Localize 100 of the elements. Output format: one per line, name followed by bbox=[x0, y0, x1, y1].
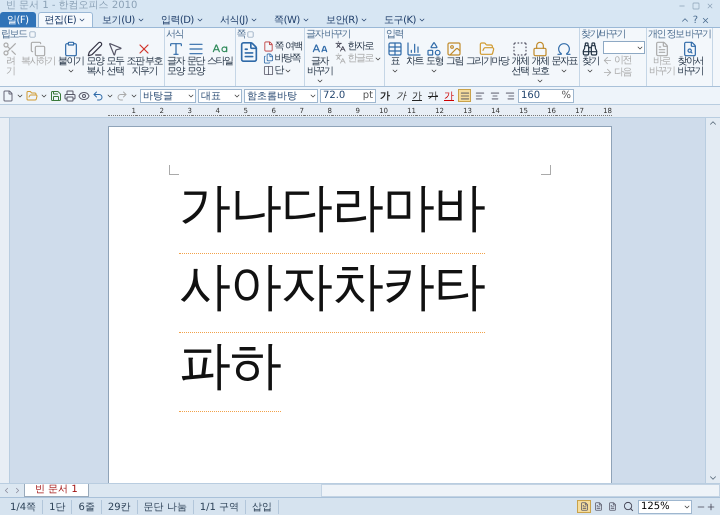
ribbon-button[interactable]: 표 bbox=[386, 40, 404, 76]
undo-icon[interactable] bbox=[92, 90, 104, 102]
ribbon-button[interactable]: 그림 bbox=[444, 40, 464, 68]
unit-label: pt bbox=[362, 90, 374, 101]
folder-icon[interactable] bbox=[26, 90, 38, 102]
caret-icon bbox=[78, 16, 86, 24]
font-dropdown[interactable]: 함초롬바탕 bbox=[244, 88, 318, 102]
binoculars-icon bbox=[582, 41, 598, 57]
printer-icon[interactable] bbox=[64, 90, 76, 102]
window-title: 빈 문서 1 - 한컴오피스 2010 bbox=[6, 0, 138, 12]
line-spacing-field[interactable]: 160 % bbox=[518, 88, 574, 102]
view-button[interactable] bbox=[577, 500, 591, 513]
status-item: 삽입 bbox=[246, 500, 280, 514]
caret-icon bbox=[418, 16, 426, 24]
document-text: 가나다라마바 bbox=[179, 175, 485, 254]
menu-tab[interactable]: 보안(R) bbox=[318, 12, 376, 27]
vertical-scrollbar[interactable] bbox=[705, 118, 720, 483]
menu-tab[interactable]: 보기(U) bbox=[95, 12, 152, 27]
ribbon-button[interactable]: 문자표 bbox=[550, 40, 578, 76]
scroll-left-icon[interactable] bbox=[2, 486, 11, 495]
omega-icon bbox=[556, 41, 572, 57]
lock-icon bbox=[532, 41, 548, 57]
unit-label: % bbox=[561, 90, 572, 101]
columns-icon bbox=[262, 65, 274, 76]
menu-tab[interactable]: 쪽(W) bbox=[267, 12, 317, 27]
ribbon-button[interactable]: 찾기 bbox=[580, 40, 600, 76]
ribbon-button[interactable]: 차트 bbox=[404, 40, 424, 68]
shapes-icon bbox=[426, 41, 442, 57]
status-item: 29칸 bbox=[102, 500, 138, 514]
ribbon-button[interactable]: 문단 모양 bbox=[186, 40, 206, 78]
ribbon-button[interactable]: 모두 선택 bbox=[106, 40, 124, 78]
caret-icon bbox=[196, 16, 204, 24]
letter-icon bbox=[168, 41, 184, 57]
launcher-icon[interactable] bbox=[247, 31, 254, 38]
help-button[interactable]: ? bbox=[692, 14, 698, 26]
format-button[interactable]: 가 bbox=[442, 88, 456, 102]
status-item: 1/1 구역 bbox=[194, 500, 246, 514]
zoom-dropdown[interactable]: 125% bbox=[638, 500, 692, 514]
ribbon-button[interactable]: 조판 부호 지우기 bbox=[126, 40, 164, 78]
search-field[interactable] bbox=[602, 41, 645, 54]
menu-tab[interactable]: 일(F) bbox=[0, 12, 36, 27]
menu-tab[interactable]: 편집(E) bbox=[38, 12, 94, 27]
languages-icon bbox=[335, 41, 346, 52]
status-item: 6줄 bbox=[72, 500, 102, 514]
pen-icon bbox=[87, 41, 103, 57]
zoom-in-icon[interactable] bbox=[706, 502, 716, 512]
ribbon-button[interactable]: 한자로 bbox=[334, 41, 383, 52]
ribbon-button[interactable]: 글자 바꾸기 bbox=[306, 40, 334, 86]
folder-icon bbox=[479, 41, 496, 57]
caret-icon bbox=[136, 16, 145, 24]
horizontal-scrollbar[interactable] bbox=[320, 484, 720, 497]
format-button[interactable]: 가 bbox=[410, 88, 424, 102]
group-title: 쪽 bbox=[236, 29, 246, 40]
format-button[interactable]: 가 bbox=[378, 88, 392, 102]
document-icon bbox=[654, 41, 670, 57]
scissors-icon bbox=[2, 41, 18, 57]
ribbon-button[interactable]: 모양 복사 bbox=[86, 40, 104, 78]
ribbon-button[interactable]: 개체 보호 bbox=[530, 40, 550, 86]
image-icon bbox=[446, 41, 462, 57]
menu-tab[interactable]: 도구(K) bbox=[377, 12, 433, 27]
launcher-icon[interactable] bbox=[28, 31, 36, 38]
crop-mark bbox=[169, 165, 179, 175]
save-icon[interactable] bbox=[50, 90, 62, 102]
document-search-icon bbox=[682, 41, 698, 57]
caret-icon bbox=[302, 16, 310, 24]
format-button[interactable]: 가 bbox=[394, 88, 408, 102]
page-icon bbox=[262, 41, 274, 52]
ribbon-button[interactable]: 도형 bbox=[424, 40, 444, 76]
ribbon-button[interactable]: 그리기마당 bbox=[464, 40, 510, 68]
ribbon-button[interactable]: 개체 선택 bbox=[510, 40, 530, 78]
style-dropdown[interactable]: 바탕글 bbox=[140, 88, 196, 102]
languages-icon bbox=[335, 53, 346, 64]
arrow-left-icon bbox=[602, 55, 613, 66]
ribbon-button[interactable]: 바탕쪽 bbox=[262, 53, 303, 64]
preview-icon[interactable] bbox=[78, 90, 90, 102]
clipboard-icon bbox=[62, 41, 79, 57]
crop-mark bbox=[541, 165, 551, 175]
font-size-field[interactable]: 72.0 pt bbox=[320, 88, 376, 102]
new-document-icon[interactable] bbox=[2, 90, 14, 102]
status-item: 문단 나눔 bbox=[138, 500, 194, 514]
ribbon-button[interactable]: 찾아서 바꾸기 bbox=[676, 40, 704, 78]
ribbon-button[interactable]: 글자 모양 bbox=[166, 40, 186, 78]
menu-tab[interactable]: 입력(D) bbox=[154, 12, 211, 27]
group-title: 서식 bbox=[166, 29, 184, 40]
status-item: 1단 bbox=[43, 500, 72, 514]
ribbon-button[interactable]: 스타일 bbox=[206, 40, 234, 68]
language-dropdown[interactable]: 대표 bbox=[198, 88, 242, 102]
document-tab[interactable]: 빈 문서 1 bbox=[24, 484, 89, 497]
group-title: 개인 정보 바꾸기 bbox=[648, 29, 711, 40]
menu-tab[interactable]: 서식(J) bbox=[212, 12, 266, 27]
format-button[interactable]: 가 bbox=[426, 88, 440, 102]
ribbon-button[interactable]: 단 bbox=[262, 65, 303, 76]
ribbon-button[interactable]: 붙이기 bbox=[57, 40, 84, 76]
close-icon[interactable] bbox=[701, 16, 710, 24]
ribbon-button[interactable]: 쪽 여백 bbox=[262, 41, 303, 52]
scroll-right-icon[interactable] bbox=[13, 486, 22, 495]
search-icon[interactable] bbox=[623, 501, 634, 512]
align-button[interactable] bbox=[458, 89, 471, 102]
document-text: 사아자차카타 bbox=[179, 254, 485, 333]
dashed-square-icon bbox=[512, 41, 528, 57]
